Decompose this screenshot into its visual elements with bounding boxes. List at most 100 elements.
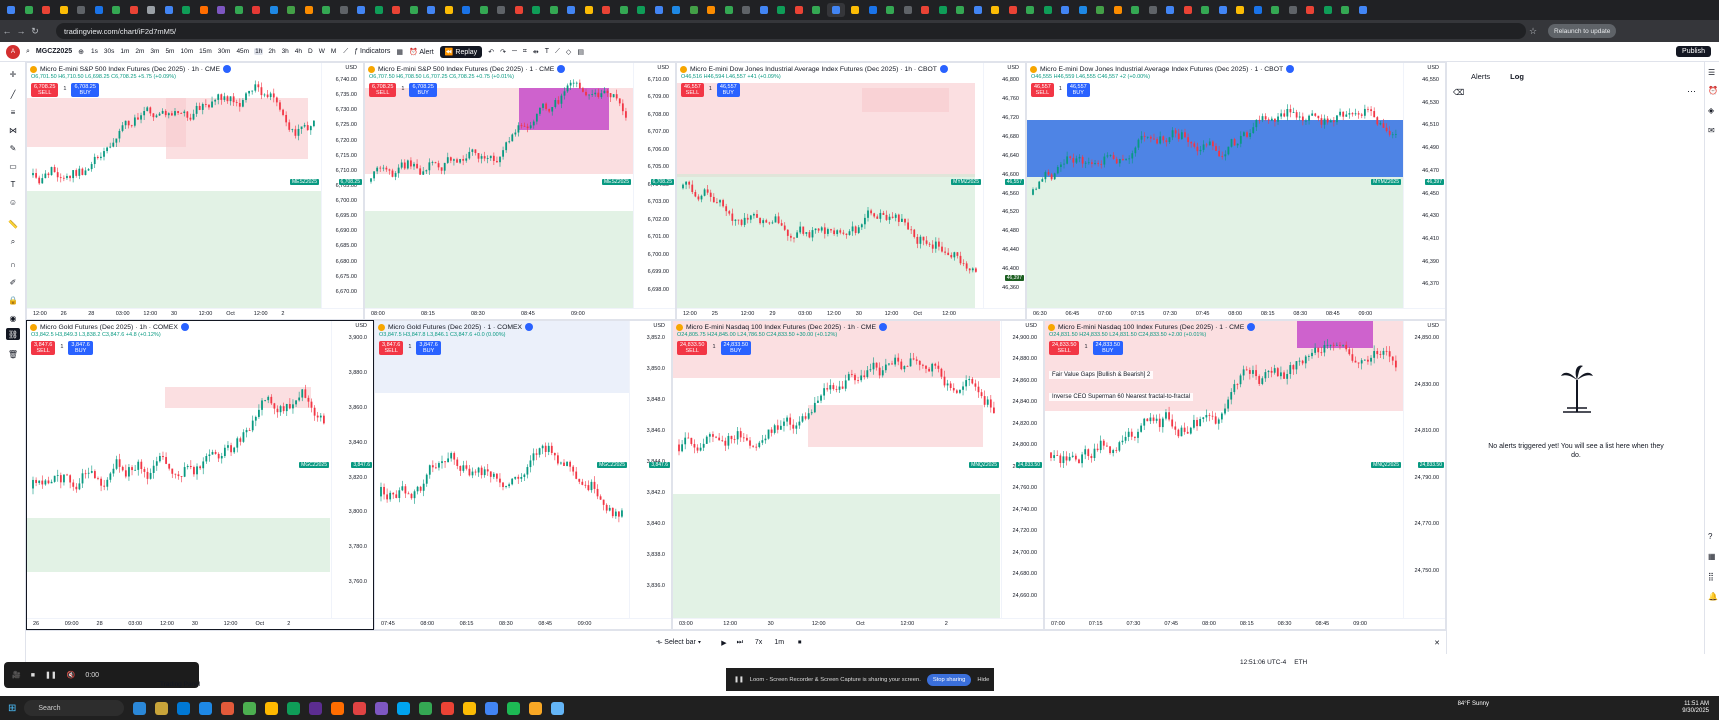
- buy-button[interactable]: 24,833.50 BUY: [1092, 341, 1123, 355]
- chart-legend-title[interactable]: Micro Gold Futures (Dec 2025) · 1 · COME…: [378, 323, 534, 331]
- browser-tab[interactable]: [1338, 3, 1352, 17]
- currency-label[interactable]: USD: [1025, 323, 1037, 329]
- avatar[interactable]: A: [6, 44, 20, 59]
- notifications-icon[interactable]: 🔔: [1708, 592, 1718, 601]
- taskbar-app-icon[interactable]: [441, 701, 455, 715]
- text-icon[interactable]: T: [6, 178, 20, 190]
- browser-tab[interactable]: [74, 3, 88, 17]
- time-axis[interactable]: 06:30 06:45 07:00 07:15 07:30 07:45 08:00 08:15…: [1027, 308, 1445, 319]
- browser-tab[interactable]: [634, 3, 648, 17]
- system-clock[interactable]: 84°F Sunny 11:51 AM 9/30/2025: [1458, 701, 1709, 715]
- pause-icon[interactable]: ❚❚: [45, 671, 57, 679]
- browser-tab[interactable]: [547, 3, 561, 17]
- browser-tab[interactable]: [757, 3, 771, 17]
- buy-button[interactable]: 46,557 BUY: [716, 83, 740, 97]
- redo-icon[interactable]: ↷: [500, 48, 506, 56]
- browser-tab[interactable]: [1146, 3, 1160, 17]
- timeframe-2h[interactable]: 2h: [267, 48, 276, 55]
- help-icon[interactable]: ?: [1708, 532, 1712, 541]
- browser-tab[interactable]: [109, 3, 123, 17]
- timeframe-2m[interactable]: 2m: [134, 48, 145, 55]
- browser-tab[interactable]: [866, 3, 880, 17]
- browser-tab[interactable]: [512, 3, 526, 17]
- pattern-icon[interactable]: ◇: [566, 48, 571, 56]
- eye-icon[interactable]: [1247, 323, 1256, 331]
- tab-log[interactable]: Log: [1510, 72, 1524, 81]
- chart-legend-title[interactable]: Micro E-mini Nasdaq 100 Index Futures (D…: [676, 323, 888, 331]
- currency-label[interactable]: USD: [355, 323, 367, 329]
- browser-tab[interactable]: [582, 3, 596, 17]
- buy-button[interactable]: 24,833.50 BUY: [720, 341, 751, 355]
- browser-tab[interactable]: [197, 3, 211, 17]
- sell-button[interactable]: 46,557 SELL: [1031, 83, 1054, 97]
- timeframe-W[interactable]: W: [318, 48, 326, 55]
- link-icon[interactable]: ⛓: [6, 328, 20, 340]
- timeframe-1h[interactable]: 1h: [254, 48, 264, 55]
- speed-selector[interactable]: 7x: [755, 639, 762, 646]
- apps-icon[interactable]: ⣿: [1708, 572, 1714, 581]
- browser-tab[interactable]: [302, 3, 316, 17]
- browser-tab[interactable]: [599, 3, 613, 17]
- forward-icon[interactable]: →: [14, 26, 28, 36]
- browser-tab[interactable]: [232, 3, 246, 17]
- browser-tab[interactable]: [687, 3, 701, 17]
- eye-icon[interactable]: [525, 323, 534, 331]
- browser-tab[interactable]: [337, 3, 351, 17]
- crosshair-icon[interactable]: ✛: [6, 68, 20, 80]
- layout-icon[interactable]: ▦: [396, 48, 403, 56]
- taskbar-app-icon[interactable]: [353, 701, 367, 715]
- taskbar-app-icon[interactable]: [155, 701, 169, 715]
- timeframe-3h[interactable]: 3h: [281, 48, 290, 55]
- browser-tab[interactable]: [971, 3, 985, 17]
- chart-legend-title[interactable]: Micro E-mini Dow Jones Industrial Averag…: [1030, 65, 1295, 73]
- replay-button[interactable]: ⏪ Replay: [439, 45, 483, 58]
- timeframe-30s[interactable]: 30s: [103, 48, 115, 55]
- browser-tab[interactable]: [1356, 3, 1370, 17]
- taskbar-app-icon[interactable]: [133, 701, 147, 715]
- text-tool-icon[interactable]: T: [545, 48, 549, 55]
- chart-legend-title[interactable]: Micro E-mini Dow Jones Industrial Averag…: [680, 65, 948, 73]
- taskbar-app-icon[interactable]: [551, 701, 565, 715]
- crop-icon[interactable]: ⌗: [523, 48, 527, 56]
- timeframe-10m[interactable]: 10m: [179, 48, 194, 55]
- brush-icon[interactable]: ✎: [6, 142, 20, 154]
- timeframe-1s[interactable]: 1s: [90, 48, 99, 55]
- taskbar-app-icon[interactable]: [309, 701, 323, 715]
- browser-tab[interactable]: [617, 3, 631, 17]
- price-axis[interactable]: USD 6,710.00 6,709.00 6,708.00 6,707.00 6,706…: [633, 63, 675, 319]
- browser-tab[interactable]: [848, 3, 862, 17]
- chart-panel[interactable]: Micro E-mini Dow Jones Industrial Averag…: [676, 62, 1026, 320]
- taskbar-app-icon[interactable]: [177, 701, 191, 715]
- price-axis[interactable]: USD 24,900.00 24,880.00 24,860.00 24,840.00 2…: [1001, 321, 1043, 629]
- taskbar-app-icon[interactable]: [331, 701, 345, 715]
- browser-tab[interactable]: [883, 3, 897, 17]
- browser-tab[interactable]: [1286, 3, 1300, 17]
- chart-legend-title[interactable]: Micro Gold Futures (Dec 2025) · 1h · COM…: [30, 323, 189, 331]
- pattern-icon[interactable]: ⋈: [6, 124, 20, 136]
- hide-button[interactable]: Hide: [977, 677, 989, 683]
- chart-type-icon[interactable]: ⟋: [343, 48, 348, 56]
- browser-tab[interactable]: [57, 3, 71, 17]
- stop-sharing-button[interactable]: Stop sharing: [926, 673, 972, 686]
- browser-tab[interactable]: [267, 3, 281, 17]
- browser-tab[interactable]: [144, 3, 158, 17]
- browser-tab[interactable]: [953, 3, 967, 17]
- taskbar-app-icon[interactable]: [529, 701, 543, 715]
- browser-tab[interactable]: [1268, 3, 1282, 17]
- symbol-search-button[interactable]: MGCZ2025: [36, 48, 72, 55]
- mute-icon[interactable]: 🔇: [67, 671, 76, 679]
- chart-panel[interactable]: Micro E-mini Nasdaq 100 Index Futures (D…: [1044, 320, 1446, 630]
- timeframe-3m[interactable]: 3m: [149, 48, 160, 55]
- browser-tab[interactable]: [4, 3, 18, 17]
- buy-button[interactable]: 46,557 BUY: [1066, 83, 1090, 97]
- camera-icon[interactable]: 🎥: [12, 671, 21, 679]
- timeframe-15m[interactable]: 15m: [198, 48, 213, 55]
- trendline-icon[interactable]: ⟋: [555, 48, 560, 56]
- sell-button[interactable]: 3,847.6 SELL: [379, 341, 404, 355]
- browser-tab[interactable]: [988, 3, 1002, 17]
- order-quantity[interactable]: 1: [60, 83, 69, 97]
- buy-button[interactable]: 3,847.6 BUY: [416, 341, 441, 355]
- currency-label[interactable]: USD: [1007, 65, 1019, 71]
- browser-tab[interactable]: [92, 3, 106, 17]
- chart-legend-title[interactable]: Micro E-mini S&P 500 Index Futures (Dec …: [30, 65, 232, 73]
